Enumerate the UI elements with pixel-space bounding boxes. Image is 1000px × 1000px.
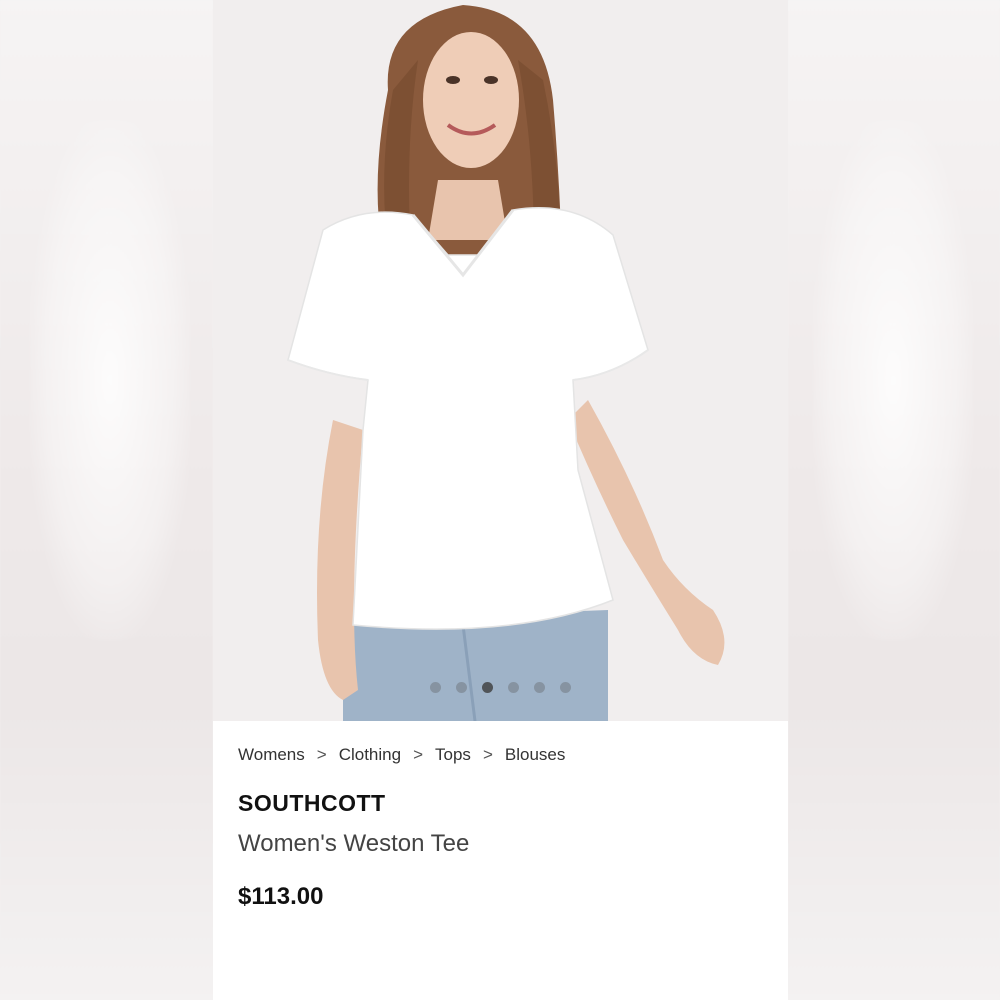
blurred-background-right <box>788 0 1000 1000</box>
breadcrumb-womens[interactable]: Womens <box>238 745 305 765</box>
carousel-indicators <box>213 682 788 694</box>
product-image[interactable] <box>213 0 788 721</box>
product-price: $113.00 <box>238 883 324 910</box>
carousel-dot[interactable] <box>430 682 441 693</box>
blurred-figure-right <box>813 120 973 640</box>
carousel-dot[interactable] <box>456 682 467 693</box>
carousel-dot[interactable] <box>508 682 519 693</box>
product-card: Womens > Clothing > Tops > Blouses SOUTH… <box>213 0 788 1000</box>
blurred-figure-left <box>30 120 190 640</box>
breadcrumb-separator: > <box>316 745 327 764</box>
breadcrumb-tops[interactable]: Tops <box>435 745 471 765</box>
carousel-dot[interactable] <box>560 682 571 693</box>
breadcrumb-separator: > <box>413 745 424 764</box>
carousel-dot-active[interactable] <box>482 682 493 693</box>
breadcrumb-blouses[interactable]: Blouses <box>505 745 565 765</box>
blurred-background-left <box>0 0 213 1000</box>
breadcrumb-clothing[interactable]: Clothing <box>339 745 401 765</box>
breadcrumb: Womens > Clothing > Tops > Blouses <box>238 745 565 765</box>
model-photo <box>287 5 725 721</box>
breadcrumb-separator: > <box>482 745 493 764</box>
face-shape <box>423 32 519 168</box>
product-brand[interactable]: SOUTHCOTT <box>238 790 386 817</box>
product-title: Women's Weston Tee <box>238 830 470 857</box>
carousel-dot[interactable] <box>534 682 545 693</box>
